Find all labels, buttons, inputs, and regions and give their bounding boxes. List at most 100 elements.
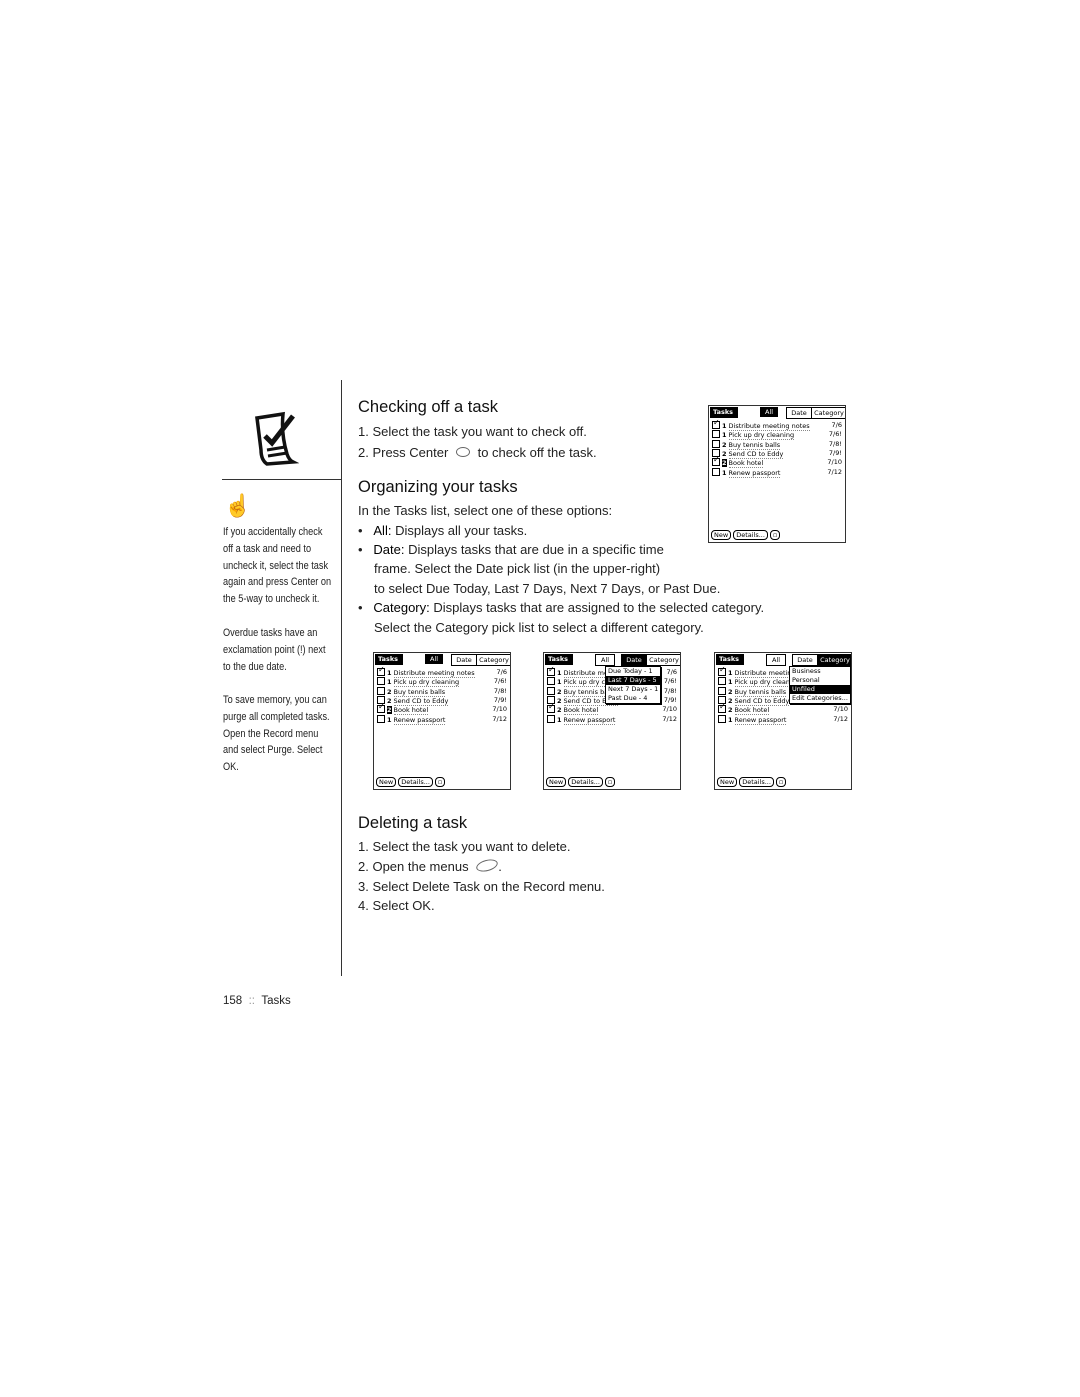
due-date: 7/6! xyxy=(663,677,677,686)
checkbox[interactable] xyxy=(718,702,726,714)
tab-category[interactable]: Category xyxy=(811,407,845,419)
new-button[interactable]: New xyxy=(717,777,738,787)
priority: 1 xyxy=(722,468,727,477)
task-row[interactable]: 1 Renew passport 7/12 xyxy=(377,714,507,725)
button-bar: New Details... ▫ xyxy=(711,530,782,540)
note-button[interactable]: ▫ xyxy=(604,777,616,787)
details-button[interactable]: Details... xyxy=(733,530,768,540)
checkbox[interactable] xyxy=(547,665,555,676)
checkbox[interactable] xyxy=(377,714,385,723)
task-row[interactable]: 1Pick up dry cleaning7/6! xyxy=(712,430,842,441)
checkbox[interactable] xyxy=(712,430,720,439)
button-bar: New Details... ▫ xyxy=(717,777,788,787)
priority: 1 xyxy=(728,678,733,687)
priority: 2 xyxy=(557,706,562,715)
new-button[interactable]: New xyxy=(376,777,397,787)
task-row[interactable]: 2Buy tennis balls7/8! xyxy=(712,439,842,450)
details-button[interactable]: Details... xyxy=(739,777,774,787)
checkbox[interactable] xyxy=(377,677,385,686)
date-picklist[interactable]: Due Today - 1 Last 7 Days - 5 Next 7 Days … xyxy=(605,666,662,704)
note-button[interactable]: ▫ xyxy=(769,530,781,540)
task-row[interactable]: 2Book hotel7/10 xyxy=(712,455,842,469)
bullet-date-line2: frame. Select the Date pick list (in the… xyxy=(374,561,661,576)
organizing-intro: In the Tasks list, select one of these o… xyxy=(358,503,613,518)
app-title: Tasks xyxy=(710,407,738,418)
tab-all[interactable]: All xyxy=(766,654,786,666)
picklist-option[interactable]: Business xyxy=(790,667,850,676)
tab-category[interactable]: Category xyxy=(646,654,680,666)
tab-date[interactable]: Date xyxy=(786,407,812,419)
chapter-name: Tasks xyxy=(261,995,291,1007)
picklist-option[interactable]: Personal xyxy=(790,676,850,685)
checkbox[interactable] xyxy=(712,455,720,467)
details-button[interactable]: Details... xyxy=(568,777,603,787)
task-row[interactable]: 2Send CD to Eddy7/9! xyxy=(712,448,842,459)
bullet-category: • Category: Displays tasks that are assi… xyxy=(358,600,765,615)
checkbox[interactable] xyxy=(547,714,555,723)
checkbox[interactable] xyxy=(712,467,720,476)
priority: 1 xyxy=(387,669,392,677)
picklist-option[interactable]: Edit Categories... xyxy=(790,694,850,703)
details-button[interactable]: Details... xyxy=(398,777,433,787)
tab-date[interactable]: Date xyxy=(621,654,647,666)
checkbox[interactable] xyxy=(718,665,726,676)
checkbox[interactable] xyxy=(547,677,555,686)
due-date: 7/12 xyxy=(833,714,848,723)
tab-date[interactable]: Date xyxy=(792,654,818,666)
priority: 2 xyxy=(722,449,727,458)
note-button[interactable]: ▫ xyxy=(775,777,787,787)
tab-all[interactable]: All xyxy=(595,654,615,666)
new-button[interactable]: New xyxy=(546,777,567,787)
sidebar-rule-horizontal xyxy=(222,479,341,480)
priority: 1 xyxy=(728,715,733,724)
tab-date[interactable]: Date xyxy=(451,654,477,666)
category-picklist[interactable]: Business Personal Unfiled Edit Categories..… xyxy=(789,666,851,704)
tab-all[interactable]: All xyxy=(760,407,778,417)
checkbox[interactable] xyxy=(712,439,720,448)
priority: 2 xyxy=(387,687,392,696)
note-button[interactable]: ▫ xyxy=(434,777,446,787)
page-number: 158 xyxy=(223,995,243,1007)
task-name: Renew passport xyxy=(393,715,446,725)
checkbox[interactable] xyxy=(718,714,726,723)
checkbox[interactable] xyxy=(718,686,726,695)
picklist-option[interactable]: Due Today - 1 xyxy=(606,667,660,676)
menu-button-icon xyxy=(475,857,500,874)
checkbox[interactable] xyxy=(718,677,726,686)
task-row[interactable]: 2Send CD to Eddy7/9! xyxy=(377,695,507,706)
tip-hand-icon: ☝ xyxy=(224,493,252,518)
button-bar: New Details... ▫ xyxy=(546,777,617,787)
tab-all[interactable]: All xyxy=(425,654,443,664)
picklist-option[interactable]: Unfiled xyxy=(790,685,850,694)
tab-category[interactable]: Category xyxy=(817,654,851,666)
due-date: 7/10 xyxy=(492,705,507,714)
task-row[interactable]: 1 Renew passport 7/12 xyxy=(547,714,677,725)
checkbox[interactable] xyxy=(547,702,555,714)
checkbox[interactable] xyxy=(547,686,555,695)
tab-category[interactable]: Category xyxy=(476,654,510,666)
bullet-date: • Date: Displays tasks that are due in a… xyxy=(358,542,664,557)
task-row[interactable]: 2Book hotel7/10 xyxy=(547,702,677,716)
task-row[interactable]: 2Book hotel7/10 xyxy=(377,702,507,716)
task-row[interactable]: 1Pick up dry cleaning7/6! xyxy=(377,677,507,688)
title-bar: Tasks All Date Category xyxy=(710,407,845,419)
task-row[interactable]: 1Distribute meeting notes7/6 xyxy=(377,665,507,678)
checkbox[interactable] xyxy=(377,686,385,695)
picklist-option[interactable]: Last 7 Days - 5 xyxy=(606,676,661,685)
heading-checking-off: Checking off a task xyxy=(358,398,499,416)
task-row[interactable]: 2Book hotel7/10 xyxy=(718,702,848,716)
priority: 2 xyxy=(557,696,562,705)
picklist-option[interactable]: Past Due - 4 xyxy=(606,694,660,703)
checkbox[interactable] xyxy=(377,702,385,714)
picklist-option[interactable]: Next 7 Days - 1 xyxy=(606,685,660,694)
new-button[interactable]: New xyxy=(711,530,732,540)
task-row[interactable]: 1 Renew passport 7/12 xyxy=(712,467,842,478)
task-row[interactable]: 1Distribute meeting notes7/6 xyxy=(712,418,842,431)
task-row[interactable]: 1 Renew passport 7/12 xyxy=(718,714,848,725)
checkbox[interactable] xyxy=(712,418,720,429)
priority: 1 xyxy=(557,678,562,687)
due-date: 7/10 xyxy=(662,705,677,714)
task-row[interactable]: 2Buy tennis balls7/8! xyxy=(377,686,507,697)
checkbox[interactable] xyxy=(377,665,385,676)
priority: 1 xyxy=(722,431,727,440)
